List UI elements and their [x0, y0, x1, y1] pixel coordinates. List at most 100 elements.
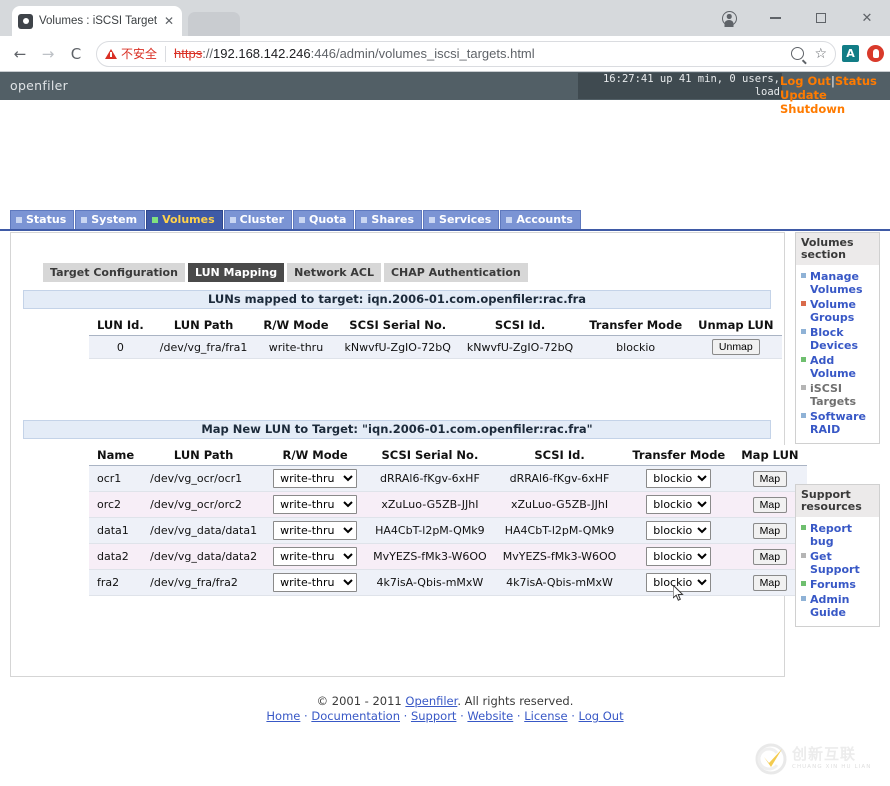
sidebar-item[interactable]: Software RAID [798, 409, 877, 437]
nav-tab-status[interactable]: Status [10, 210, 74, 229]
map-button[interactable]: Map [753, 523, 787, 539]
sidebar-bullet-icon [801, 385, 806, 390]
nav-tab-system[interactable]: System [75, 210, 145, 229]
footer-link-support[interactable]: Support [411, 709, 456, 723]
rw-mode-select[interactable]: write-thruwrite-backread-only [273, 521, 357, 540]
map-button[interactable]: Map [753, 549, 787, 565]
extension-a-icon[interactable]: A [842, 45, 859, 62]
column-header: R/W Mode [255, 315, 336, 336]
close-window-button[interactable]: ✕ [844, 0, 890, 36]
shutdown-link[interactable]: Shutdown [780, 102, 845, 116]
profile-button[interactable] [706, 0, 752, 36]
extension-opera-icon[interactable] [867, 45, 884, 62]
transfer-mode-select[interactable]: blockiofileio [646, 573, 711, 592]
table-row: fra2/dev/vg_fra/fra2write-thruwrite-back… [89, 570, 807, 596]
rw-mode-select[interactable]: write-thruwrite-backread-only [273, 469, 357, 488]
copyright-line: © 2001 - 2011 Openfiler. All rights rese… [0, 694, 890, 709]
sidebar-item[interactable]: Admin Guide [798, 592, 877, 620]
sidebar-item[interactable]: Block Devices [798, 325, 877, 353]
log-out-link[interactable]: Log Out [780, 74, 831, 88]
footer-link-documentation[interactable]: Documentation [311, 709, 400, 723]
map-button[interactable]: Map [753, 497, 787, 513]
sidebar-bullet-icon [801, 273, 806, 278]
subtab-target-configuration[interactable]: Target Configuration [43, 263, 186, 282]
minimize-button[interactable] [752, 0, 798, 36]
map-button[interactable]: Map [753, 471, 787, 487]
nav-tab-shares[interactable]: Shares [355, 210, 422, 229]
rw-mode-select[interactable]: write-thruwrite-backread-only [273, 547, 357, 566]
cell-rw-mode: write-thruwrite-backread-only [265, 570, 365, 596]
header-links: Log Out|Status Update Shutdown [780, 74, 890, 116]
url-text: https://192.168.142.246:446/admin/volume… [174, 46, 535, 61]
cell-scsi-serial: kNwvfU-ZgIO-72bQ [337, 336, 459, 359]
footer-link-home[interactable]: Home [266, 709, 300, 723]
nav-tab-icon [506, 217, 512, 223]
address-bar[interactable]: 不安全 https://192.168.142.246:446/admin/vo… [96, 41, 836, 67]
transfer-mode-select[interactable]: blockiofileio [646, 521, 711, 540]
sidebar-item-report-bug[interactable]: Report bug [810, 522, 852, 548]
sidebar-item-get-support[interactable]: Get Support [810, 550, 860, 576]
zoom-out-icon[interactable] [791, 47, 804, 60]
iscsi-subtabs: Target ConfigurationLUN MappingNetwork A… [43, 263, 531, 282]
sidebar-item-admin-guide[interactable]: Admin Guide [810, 593, 849, 619]
nav-tab-services[interactable]: Services [423, 210, 499, 229]
nav-tab-volumes[interactable]: Volumes [146, 210, 223, 229]
sidebar-item[interactable]: Forums [798, 577, 877, 592]
rw-mode-select[interactable]: write-thruwrite-backread-only [273, 495, 357, 514]
unmap-button[interactable]: Unmap [712, 339, 760, 355]
subtab-lun-mapping[interactable]: LUN Mapping [188, 263, 285, 282]
new-tab-button[interactable] [188, 12, 240, 36]
subtab-chap-authentication[interactable]: CHAP Authentication [384, 263, 529, 282]
watermark-text: 创新互联 CHUANG XIN HU LIAN [792, 747, 871, 771]
sidebar-item-manage-volumes[interactable]: Manage Volumes [810, 270, 863, 296]
sidebar-item-add-volume[interactable]: Add Volume [810, 354, 856, 380]
sidebar-item[interactable]: iSCSI Targets [798, 381, 877, 409]
footer-link-log-out[interactable]: Log Out [579, 709, 624, 723]
sidebar-item-software-raid[interactable]: Software RAID [810, 410, 866, 436]
update-link[interactable]: Update [780, 88, 827, 102]
nav-tab-cluster[interactable]: Cluster [224, 210, 292, 229]
nav-tab-quota[interactable]: Quota [293, 210, 354, 229]
warning-triangle-icon [105, 49, 117, 59]
reload-button[interactable]: C [62, 40, 90, 68]
sidebar-item[interactable]: Get Support [798, 549, 877, 577]
transfer-mode-select[interactable]: blockiofileio [646, 495, 711, 514]
bookmark-star-icon[interactable]: ☆ [814, 47, 827, 61]
footer-link-website[interactable]: Website [467, 709, 513, 723]
tab-close-icon[interactable]: ✕ [162, 15, 176, 27]
maximize-button[interactable] [798, 0, 844, 36]
browser-tab[interactable]: Volumes : iSCSI Target ✕ [12, 6, 182, 36]
sidebar-item-forums[interactable]: Forums [810, 578, 856, 591]
sidebar-item[interactable]: Add Volume [798, 353, 877, 381]
sidebar-item[interactable]: Manage Volumes [798, 269, 877, 297]
column-header: LUN Id. [89, 315, 152, 336]
nav-tab-icon [299, 217, 305, 223]
cell-scsi-serial: dRRAl6-fKgv-6xHF [365, 466, 495, 492]
openfiler-header: openfiler 16:27:41 up 41 min, 0 users, l… [0, 72, 890, 100]
tab-title: Volumes : iSCSI Target [39, 15, 162, 27]
column-header: SCSI Id. [459, 315, 581, 336]
browser-window: Volumes : iSCSI Target ✕ ✕ ← → C 不安全 htt… [0, 0, 890, 786]
sidebar-item-iscsi-targets[interactable]: iSCSI Targets [810, 382, 856, 408]
back-button[interactable]: ← [6, 40, 34, 68]
status-link[interactable]: Status [835, 74, 877, 88]
profile-icon [722, 11, 737, 26]
cell-name: ocr1 [89, 466, 142, 492]
sidebar-item-block-devices[interactable]: Block Devices [810, 326, 858, 352]
footer-link-license[interactable]: License [524, 709, 567, 723]
sidebar-item-volume-groups[interactable]: Volume Groups [810, 298, 856, 324]
subtab-network-acl[interactable]: Network ACL [287, 263, 382, 282]
sidebar-bullet-icon [801, 301, 806, 306]
map-button[interactable]: Map [753, 575, 787, 591]
cell-transfer-mode: blockio [581, 336, 690, 359]
sidebar-item[interactable]: Report bug [798, 521, 877, 549]
security-warning-badge[interactable]: 不安全 [105, 45, 157, 62]
forward-button[interactable]: → [34, 40, 62, 68]
transfer-mode-select[interactable]: blockiofileio [646, 469, 711, 488]
transfer-mode-select[interactable]: blockiofileio [646, 547, 711, 566]
nav-tab-accounts[interactable]: Accounts [500, 210, 581, 229]
sidebar-item[interactable]: Volume Groups [798, 297, 877, 325]
rw-mode-select[interactable]: write-thruwrite-backread-only [273, 573, 357, 592]
openfiler-link[interactable]: Openfiler [405, 694, 457, 708]
table-row: ocr1/dev/vg_ocr/ocr1write-thruwrite-back… [89, 466, 807, 492]
